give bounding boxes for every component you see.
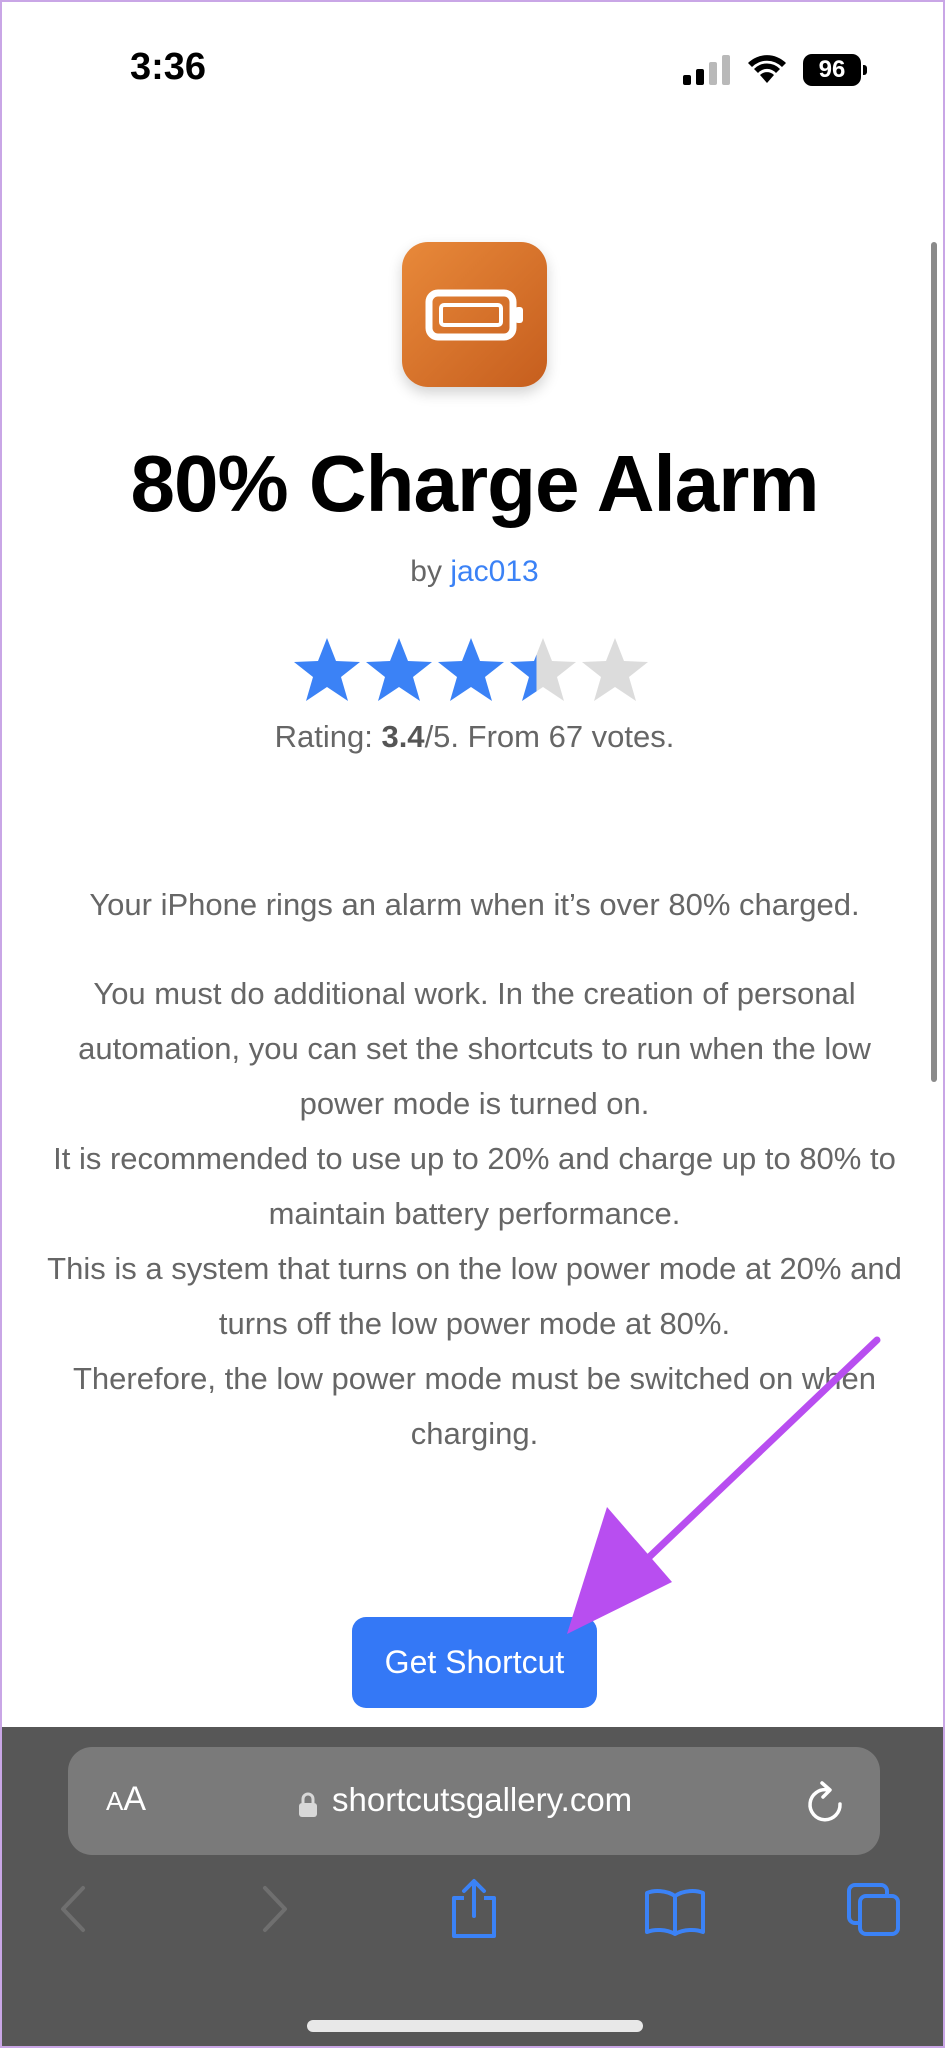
shortcut-title: 80% Charge Alarm bbox=[130, 439, 820, 528]
battery-indicator: 96 bbox=[803, 54, 867, 86]
star-4-icon bbox=[510, 638, 576, 701]
status-time: 3:36 bbox=[130, 46, 207, 88]
wifi-icon bbox=[748, 55, 786, 83]
home-indicator[interactable] bbox=[307, 2020, 643, 2032]
tabs-icon[interactable] bbox=[846, 1882, 902, 1938]
back-icon[interactable] bbox=[58, 1884, 88, 1934]
url-domain[interactable]: shortcutsgallery.com bbox=[332, 1781, 632, 1819]
rating-prefix: Rating: bbox=[274, 719, 373, 754]
author-prefix: by bbox=[410, 555, 442, 588]
rating-value: 3.4 bbox=[381, 719, 425, 754]
share-icon[interactable] bbox=[448, 1878, 500, 1940]
description-line: It is recommended to use up to 20% and c… bbox=[53, 1141, 896, 1231]
description-line: You must do additional work. In the crea… bbox=[78, 976, 871, 1121]
forward-icon[interactable] bbox=[260, 1884, 290, 1934]
description-summary: Your iPhone rings an alarm when it’s ove… bbox=[89, 887, 860, 922]
bookmarks-icon[interactable] bbox=[644, 1888, 706, 1936]
rating-text: Rating: 3.4/5. From 67 votes. bbox=[2, 719, 943, 755]
status-indicators: 96 bbox=[683, 54, 867, 86]
author-link[interactable]: jac013 bbox=[450, 555, 538, 588]
screen: 3:36 96 80% Charge Alarm by jac013 Ratin… bbox=[0, 0, 945, 2048]
annotation-arrow-icon bbox=[567, 1336, 881, 1634]
lock-icon bbox=[299, 1792, 317, 1817]
author-line: by jac013 bbox=[2, 555, 943, 589]
rating-suffix: /5. From 67 votes. bbox=[424, 719, 675, 754]
cellular-signal-icon bbox=[683, 55, 730, 85]
star-2-icon bbox=[366, 638, 432, 701]
star-3-icon bbox=[438, 638, 504, 701]
star-rating bbox=[294, 638, 648, 701]
battery-icon bbox=[425, 289, 523, 340]
reload-icon[interactable] bbox=[806, 1780, 846, 1824]
star-5-icon bbox=[582, 638, 648, 701]
shortcut-app-icon bbox=[402, 242, 547, 387]
text-size-button[interactable]: AA bbox=[106, 1780, 146, 1819]
star-1-icon bbox=[294, 638, 360, 701]
scrollbar[interactable] bbox=[931, 242, 937, 1082]
